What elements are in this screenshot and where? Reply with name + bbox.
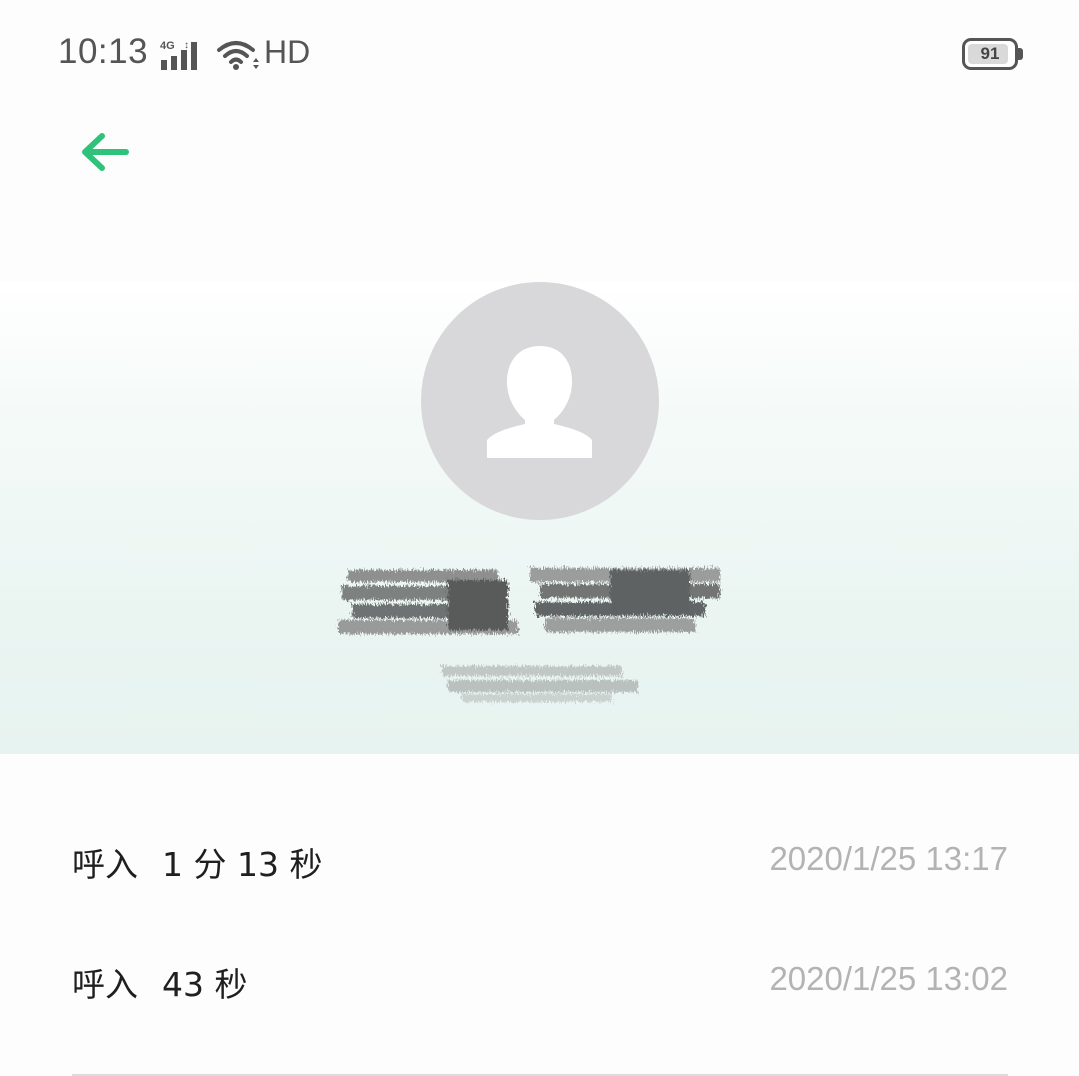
call-log-row[interactable]: 呼入 1 分 13 秒 2020/1/25 13:17 bbox=[72, 830, 1008, 890]
call-log bbox=[0, 754, 1079, 1076]
mobile-signal-icon: 4G ↕ bbox=[160, 40, 197, 70]
call-type: 呼入 bbox=[72, 845, 138, 884]
back-arrow-icon bbox=[82, 133, 129, 171]
wifi-icon bbox=[217, 41, 259, 70]
call-timestamp: 2020/1/25 13:02 bbox=[769, 960, 1008, 997]
call-timestamp: 2020/1/25 13:17 bbox=[769, 840, 1008, 877]
battery-level: 91 bbox=[980, 44, 1000, 63]
contact-avatar bbox=[421, 282, 659, 520]
back-button[interactable] bbox=[62, 118, 146, 184]
call-log-row[interactable]: 呼入 43 秒 2020/1/25 13:02 bbox=[72, 950, 1008, 1010]
battery-cap bbox=[1018, 48, 1023, 60]
svg-text:↕: ↕ bbox=[184, 40, 189, 51]
call-detail-screen: 10:13 4G ↕ HD 91 呼入 1 分 13 秒 2020/1/25 1… bbox=[0, 0, 1079, 1076]
hd-voice-indicator: HD bbox=[264, 34, 311, 70]
call-duration: 43 秒 bbox=[162, 965, 248, 1004]
person-silhouette-icon bbox=[487, 346, 592, 458]
status-time: 10:13 bbox=[58, 32, 149, 71]
call-duration: 1 分 13 秒 bbox=[162, 845, 323, 884]
network-type-label: 4G bbox=[160, 40, 175, 52]
battery-icon: 91 bbox=[962, 38, 1018, 70]
call-type: 呼入 bbox=[72, 965, 138, 1004]
redacted-contact-name bbox=[338, 568, 720, 702]
status-bar: 10:13 4G ↕ HD 91 bbox=[0, 0, 1079, 110]
